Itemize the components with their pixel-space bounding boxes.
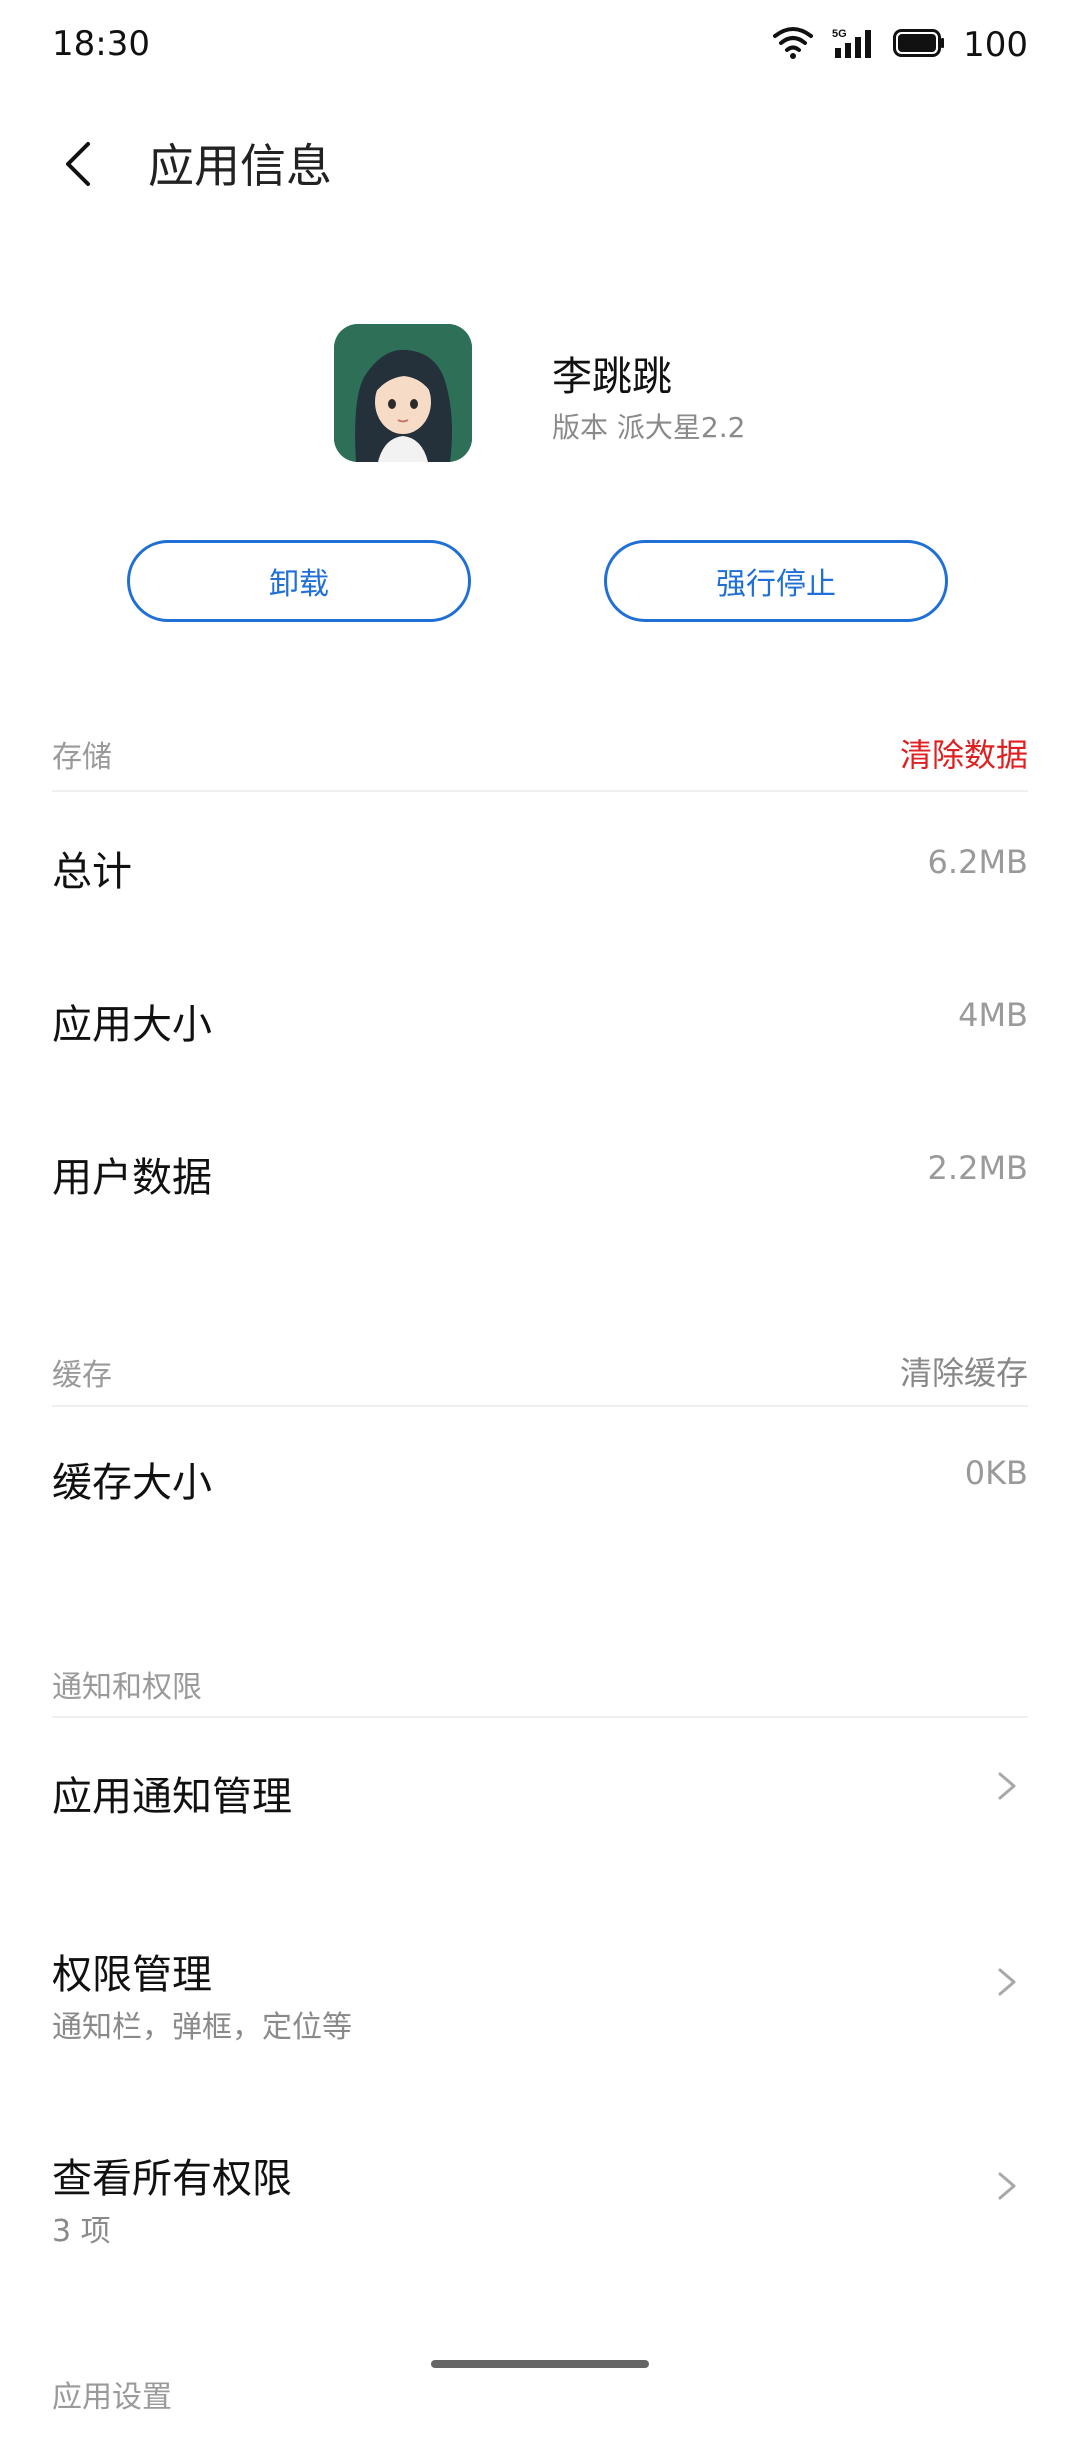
row-label: 应用通知管理 [52,1774,292,1820]
row-value: 0KB [964,1454,1028,1492]
row-label: 权限管理 [52,1952,212,1998]
app-name: 李跳跳 [552,354,672,400]
view-all-permissions-item[interactable]: 查看所有权限 3 项 [52,2122,1028,2252]
cache-section-header: 缓存 清除缓存 [52,1340,1028,1420]
title-bar: 应用信息 [0,120,1080,210]
notification-management-item[interactable]: 应用通知管理 [52,1740,1028,1850]
chevron-right-icon [998,1772,1016,1800]
storage-row-total: 总计 6.2MB [52,815,1028,925]
row-subtitle: 3 项 [52,2214,111,2249]
app-icon [334,324,472,462]
storage-row-app-size: 应用大小 4MB [52,968,1028,1078]
status-bar: 18:30 5G 100 [0,0,1080,90]
back-button[interactable] [52,138,104,190]
row-value: 2.2MB [927,1149,1028,1187]
row-label: 缓存大小 [52,1460,212,1506]
row-value: 4MB [958,996,1028,1034]
app-header: 李跳跳 版本 派大星2.2 [0,320,1080,470]
battery-level: 100 [963,25,1028,65]
wifi-icon [773,26,814,64]
status-time: 18:30 [52,24,150,64]
row-label: 用户数据 [52,1155,212,1201]
chevron-right-icon [998,2172,1016,2200]
cache-section-title: 缓存 [52,1358,112,1393]
chevron-right-icon [998,1968,1016,1996]
divider [52,1405,1028,1407]
divider [52,1716,1028,1718]
app-version: 版本 派大星2.2 [552,411,746,444]
cellular-signal-icon: 5G [831,26,875,64]
permission-management-item[interactable]: 权限管理 通知栏，弹框，定位等 [52,1918,1028,2048]
uninstall-button[interactable]: 卸载 [127,540,471,622]
row-subtitle: 通知栏，弹框，定位等 [52,2010,352,2045]
settings-section-header: 应用设置 [52,2372,1028,2452]
force-stop-button[interactable]: 强行停止 [604,540,948,622]
divider [52,790,1028,792]
back-arrow-icon [66,142,90,186]
storage-section-title: 存储 [52,740,112,775]
clear-cache-button[interactable]: 清除缓存 [900,1348,1028,1394]
settings-section-title: 应用设置 [52,2380,172,2415]
row-label: 应用大小 [52,1002,212,1048]
status-icons: 5G 100 [773,22,1028,68]
row-label: 查看所有权限 [52,2156,292,2202]
app-avatar-icon [334,324,472,462]
row-value: 6.2MB [927,843,1028,881]
storage-row-user-data: 用户数据 2.2MB [52,1121,1028,1231]
clear-data-button[interactable]: 清除数据 [900,730,1028,776]
cache-row-size: 缓存大小 0KB [52,1426,1028,1536]
network-type-label: 5G [832,28,847,40]
page-title: 应用信息 [148,139,332,193]
battery-icon [893,29,945,61]
home-indicator[interactable] [431,2360,649,2368]
notify-section-header: 通知和权限 [52,1652,1028,1732]
notify-section-title: 通知和权限 [52,1670,202,1705]
row-label: 总计 [52,849,132,895]
